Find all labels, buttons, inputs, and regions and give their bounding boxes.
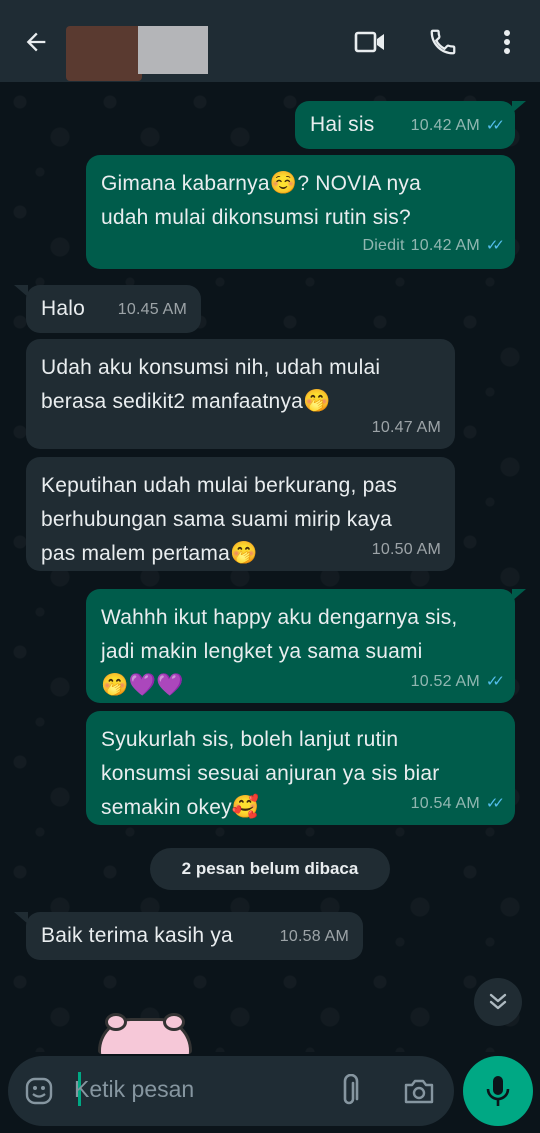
- microphone-button[interactable]: [463, 1056, 533, 1126]
- message-text: berasa sedikit2 manfaatnya: [41, 390, 304, 413]
- read-ticks-icon: ✓✓: [485, 673, 505, 690]
- message-time: 10.42 AM: [410, 237, 480, 254]
- message-incoming[interactable]: Halo 10.45 AM: [26, 285, 201, 333]
- message-time: 10.47 AM: [371, 419, 441, 436]
- message-text: Baik terima kasih ya: [41, 924, 233, 947]
- message-outgoing[interactable]: Wahhh ikut happy aku dengarnya sis, jadi…: [86, 589, 515, 703]
- read-ticks-icon: ✓✓: [485, 237, 505, 254]
- read-ticks-icon: ✓✓: [485, 117, 505, 134]
- message-line: berhubungan sama suami mirip kaya: [41, 508, 392, 531]
- message-incoming[interactable]: Keputihan udah mulai berkurang, pas berh…: [26, 457, 455, 571]
- paperclip-icon[interactable]: [332, 1074, 366, 1108]
- smiling-hearts-emoji: 🥰: [231, 795, 260, 820]
- smiling-emoji: ☺️: [269, 171, 298, 196]
- contact-name-redacted[interactable]: [138, 26, 208, 74]
- message-line: Udah aku konsumsi nih, udah mulai: [41, 356, 381, 379]
- message-text: Gimana kabarnya: [101, 172, 270, 195]
- camera-icon[interactable]: [402, 1074, 436, 1108]
- bubble-tail: [512, 589, 526, 601]
- message-line: Keputihan udah mulai berkurang, pas: [41, 474, 398, 497]
- message-meta: Diedit 10.42 AM ✓✓: [362, 229, 506, 263]
- kebab-menu-icon[interactable]: [491, 26, 523, 58]
- message-time: 10.50 AM: [371, 541, 441, 558]
- message-meta: 10.45 AM: [118, 293, 187, 327]
- microphone-icon: [486, 1076, 510, 1106]
- message-outgoing[interactable]: Syukurlah sis, boleh lanjut rutin konsum…: [86, 711, 515, 825]
- edited-label: Diedit: [362, 237, 405, 254]
- message-time: 10.52 AM: [410, 673, 480, 690]
- message-incoming[interactable]: Udah aku konsumsi nih, udah mulai berasa…: [26, 339, 455, 449]
- hand-over-mouth-emoji: 🤭: [303, 389, 331, 414]
- chat-header: [0, 0, 540, 82]
- message-outgoing[interactable]: Hai sis 10.42 AM ✓✓: [295, 101, 515, 149]
- message-meta: 10.52 AM ✓✓: [411, 665, 505, 699]
- bubble-tail: [14, 912, 28, 924]
- contact-avatar[interactable]: [66, 26, 142, 81]
- emoji-icon[interactable]: [22, 1074, 56, 1108]
- message-time: 10.58 AM: [279, 928, 349, 945]
- message-meta: 10.50 AM: [372, 533, 441, 567]
- message-line: Wahhh ikut happy aku dengarnya sis,: [101, 606, 458, 629]
- message-text: ? NOVIA nya: [297, 172, 421, 195]
- message-time: 10.54 AM: [410, 795, 480, 812]
- message-time: 10.42 AM: [410, 117, 480, 134]
- message-meta: 10.58 AM: [280, 920, 349, 954]
- message-input[interactable]: Ketik pesan: [74, 1076, 194, 1103]
- scroll-down-button[interactable]: [474, 978, 522, 1026]
- message-text: semakin okey: [101, 796, 232, 819]
- message-meta: 10.54 AM ✓✓: [411, 787, 505, 821]
- message-time: 10.45 AM: [117, 301, 187, 318]
- sticker-ear: [105, 1013, 127, 1031]
- unread-messages-divider: 2 pesan belum dibaca: [150, 848, 390, 890]
- sticker-image[interactable]: [98, 1013, 192, 1054]
- read-ticks-icon: ✓✓: [485, 795, 505, 812]
- message-line: jadi makin lengket ya sama suami: [101, 640, 423, 663]
- message-text: Hai sis: [310, 113, 375, 136]
- message-meta: 10.42 AM ✓✓: [411, 109, 505, 143]
- bubble-tail: [512, 101, 526, 113]
- message-outgoing[interactable]: Gimana kabarnya☺️? NOVIA nya udah mulai …: [86, 155, 515, 269]
- sticker-ear: [163, 1013, 185, 1031]
- bubble-tail: [14, 285, 28, 297]
- message-line: Gimana kabarnya☺️? NOVIA nya: [101, 167, 501, 201]
- phone-icon[interactable]: [427, 26, 459, 58]
- message-text: pas malem pertama: [41, 542, 230, 565]
- hand-over-mouth-emoji: 🤭: [229, 541, 258, 566]
- message-text: Halo: [41, 297, 85, 320]
- double-chevron-down-icon: [489, 993, 507, 1010]
- message-incoming[interactable]: Baik terima kasih ya 10.58 AM: [26, 912, 363, 960]
- video-camera-icon[interactable]: [354, 26, 386, 58]
- message-meta: 10.47 AM: [372, 411, 441, 445]
- message-line: Syukurlah sis, boleh lanjut rutin: [101, 728, 399, 751]
- message-composer: Ketik pesan: [8, 1056, 454, 1126]
- arrow-left-icon[interactable]: [18, 24, 54, 60]
- message-line: konsumsi sesuai anjuran ya sis biar: [101, 762, 440, 785]
